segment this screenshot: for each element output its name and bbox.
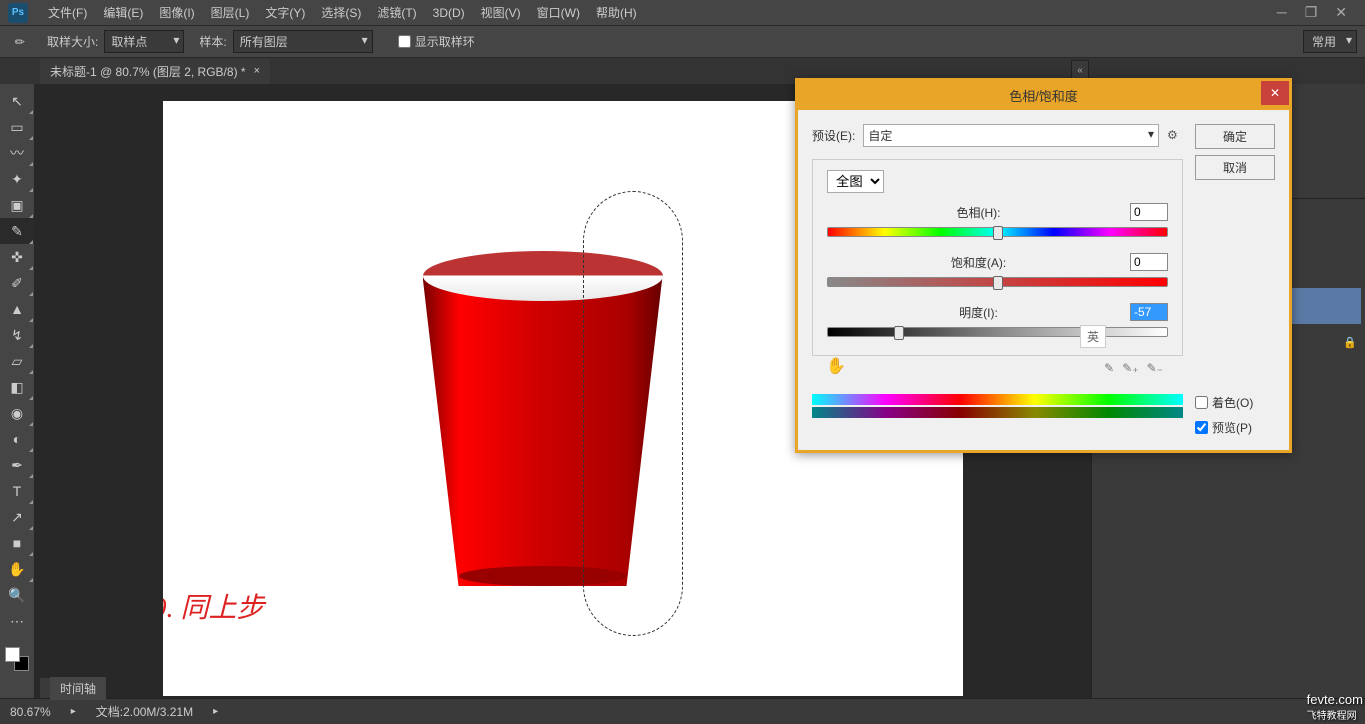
- lightness-slider[interactable]: [827, 327, 1168, 337]
- hue-saturation-dialog: 色相/饱和度 ✕ 预设(E): 自定▾ ⚙ 全图 色相(H):: [795, 78, 1292, 453]
- preset-dropdown[interactable]: 自定▾: [863, 124, 1159, 147]
- path-select-tool[interactable]: ↗: [0, 504, 34, 530]
- eyedropper-plus-icon[interactable]: ✎₊: [1122, 361, 1138, 375]
- gradient-tool[interactable]: ◧: [0, 374, 34, 400]
- channel-dropdown[interactable]: 全图: [827, 170, 884, 193]
- hue-input[interactable]: [1130, 203, 1168, 221]
- doc-size[interactable]: 文档:2.00M/3.21M: [96, 703, 193, 720]
- status-bar: 80.67% ▸ 文档:2.00M/3.21M ▸: [0, 698, 1365, 724]
- show-ring-checkbox[interactable]: 显示取样环: [398, 33, 475, 50]
- timeline-tab[interactable]: 时间轴: [50, 677, 106, 700]
- brush-tool[interactable]: ✐: [0, 270, 34, 296]
- menu-window[interactable]: 窗口(W): [529, 4, 588, 21]
- menu-view[interactable]: 视图(V): [473, 4, 529, 21]
- workspace-chip[interactable]: 常用: [1303, 30, 1357, 53]
- edit-toolbar[interactable]: ⋯: [0, 608, 34, 634]
- close-icon[interactable]: ✕: [1335, 4, 1347, 21]
- dodge-tool[interactable]: ◐: [0, 426, 34, 452]
- menu-bar: Ps 文件(F) 编辑(E) 图像(I) 图层(L) 文字(Y) 选择(S) 滤…: [0, 0, 1365, 25]
- maximize-icon[interactable]: ❐: [1305, 4, 1318, 21]
- color-swatches[interactable]: [0, 644, 34, 676]
- type-tool[interactable]: T: [0, 478, 34, 504]
- eyedropper-icon[interactable]: ✎: [1104, 361, 1114, 375]
- colorize-label: 着色(O): [1212, 394, 1253, 411]
- hue-label: 色相(H):: [827, 204, 1130, 221]
- eraser-tool[interactable]: ▱: [0, 348, 34, 374]
- spectrum-bar-top: [812, 394, 1183, 405]
- move-tool[interactable]: ↖: [0, 88, 34, 114]
- sample-size-label: 取样大小:: [47, 33, 98, 50]
- eyedropper-icon: ✎: [8, 30, 32, 54]
- shape-tool[interactable]: ■: [0, 530, 34, 556]
- magic-wand-tool[interactable]: ✦: [0, 166, 34, 192]
- lightness-input[interactable]: [1130, 303, 1168, 321]
- sample-label: 样本:: [199, 33, 226, 50]
- menu-layer[interactable]: 图层(L): [203, 4, 258, 21]
- dialog-title: 色相/饱和度 ✕: [798, 81, 1289, 110]
- document-tab[interactable]: 未标题-1 @ 80.7% (图层 2, RGB/8) * ×: [40, 59, 270, 84]
- preview-checkbox[interactable]: 预览(P): [1195, 419, 1275, 436]
- saturation-label: 饱和度(A):: [827, 254, 1130, 271]
- sample-dropdown[interactable]: 所有图层: [233, 30, 373, 53]
- preset-label: 预设(E):: [812, 127, 855, 144]
- minimize-icon[interactable]: ─: [1277, 4, 1287, 21]
- watermark: fevte.com 飞特教程网: [1307, 692, 1363, 722]
- menu-file[interactable]: 文件(F): [40, 4, 95, 21]
- annotation-text: 9. 同上步: [163, 586, 265, 626]
- menu-help[interactable]: 帮助(H): [588, 4, 645, 21]
- sample-size-dropdown[interactable]: 取样点: [104, 30, 184, 53]
- menu-filter[interactable]: 滤镜(T): [369, 4, 424, 21]
- tools-panel: ↖ ▭ 〰 ✦ ▣ ✎ ✜ ✐ ▲ ↯ ▱ ◧ ◉ ◐ ✒ T ↗ ■ ✋ 🔍 …: [0, 84, 34, 724]
- cancel-button[interactable]: 取消: [1195, 155, 1275, 180]
- menu-type[interactable]: 文字(Y): [257, 4, 313, 21]
- ime-indicator: 英: [1080, 325, 1106, 348]
- spectrum-bar-bottom: [812, 407, 1183, 418]
- menu-image[interactable]: 图像(I): [151, 4, 202, 21]
- tab-close-icon[interactable]: ×: [254, 65, 260, 77]
- show-ring-label: 显示取样环: [415, 33, 475, 50]
- selection-marquee: [583, 191, 683, 636]
- hue-slider[interactable]: [827, 227, 1168, 237]
- history-brush-tool[interactable]: ↯: [0, 322, 34, 348]
- foreground-swatch[interactable]: [5, 647, 20, 662]
- menu-3d[interactable]: 3D(D): [425, 6, 473, 20]
- colorize-checkbox[interactable]: 着色(O): [1195, 394, 1275, 411]
- eyedropper-minus-icon[interactable]: ✎₋: [1147, 361, 1163, 375]
- menu-edit[interactable]: 编辑(E): [95, 4, 151, 21]
- stamp-tool[interactable]: ▲: [0, 296, 34, 322]
- saturation-slider[interactable]: [827, 277, 1168, 287]
- gear-icon[interactable]: ⚙: [1167, 128, 1183, 144]
- menu-select[interactable]: 选择(S): [313, 4, 369, 21]
- healing-tool[interactable]: ✜: [0, 244, 34, 270]
- hand-icon[interactable]: ✋: [826, 356, 846, 376]
- saturation-input[interactable]: [1130, 253, 1168, 271]
- zoom-level[interactable]: 80.67%: [10, 705, 51, 719]
- blur-tool[interactable]: ◉: [0, 400, 34, 426]
- marquee-tool[interactable]: ▭: [0, 114, 34, 140]
- lightness-label: 明度(I):: [827, 304, 1130, 321]
- app-logo: Ps: [8, 3, 28, 23]
- document-tab-title: 未标题-1 @ 80.7% (图层 2, RGB/8) *: [50, 63, 246, 80]
- lasso-tool[interactable]: 〰: [0, 140, 34, 166]
- lock-icon[interactable]: 🔒: [1343, 336, 1357, 349]
- zoom-tool[interactable]: 🔍: [0, 582, 34, 608]
- dialog-close-button[interactable]: ✕: [1261, 81, 1289, 105]
- eyedropper-tool[interactable]: ✎: [0, 218, 34, 244]
- pen-tool[interactable]: ✒: [0, 452, 34, 478]
- hand-tool[interactable]: ✋: [0, 556, 34, 582]
- preview-label: 预览(P): [1212, 419, 1252, 436]
- ok-button[interactable]: 确定: [1195, 124, 1275, 149]
- crop-tool[interactable]: ▣: [0, 192, 34, 218]
- options-bar: ✎ 取样大小: 取样点 样本: 所有图层 显示取样环 常用: [0, 25, 1365, 58]
